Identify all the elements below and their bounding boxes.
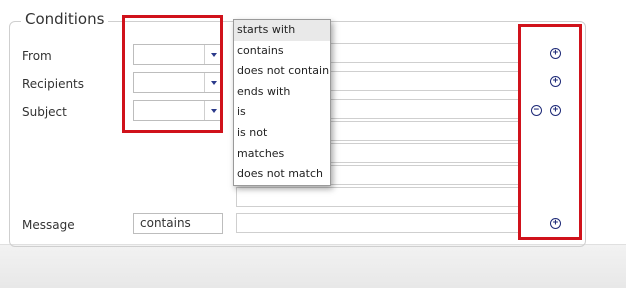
conditions-legend: Conditions [21, 10, 109, 28]
dropdown-option[interactable]: starts with [234, 20, 330, 41]
subject-label: Subject [22, 105, 67, 119]
dropdown-option[interactable]: does not match [234, 164, 330, 185]
dropdown-option[interactable]: contains [234, 41, 330, 62]
dropdown-option[interactable]: ends with [234, 82, 330, 103]
message-operator-field[interactable]: contains [133, 213, 223, 234]
recipients-label: Recipients [22, 77, 85, 91]
operator-dropdown-list: starts with contains does not contain en… [233, 19, 331, 186]
dropdown-option[interactable]: is not [234, 123, 330, 144]
highlight-box-selects [122, 15, 223, 133]
subject-value-input-5[interactable] [236, 187, 521, 207]
dropdown-option[interactable]: matches [234, 144, 330, 165]
highlight-box-buttons [518, 24, 582, 240]
from-label: From [22, 49, 52, 63]
message-label: Message [22, 218, 75, 232]
dropdown-option[interactable]: does not contain [234, 61, 330, 82]
dropdown-option[interactable]: is [234, 102, 330, 123]
bottom-bar [0, 244, 626, 288]
message-value-input[interactable] [236, 213, 521, 233]
